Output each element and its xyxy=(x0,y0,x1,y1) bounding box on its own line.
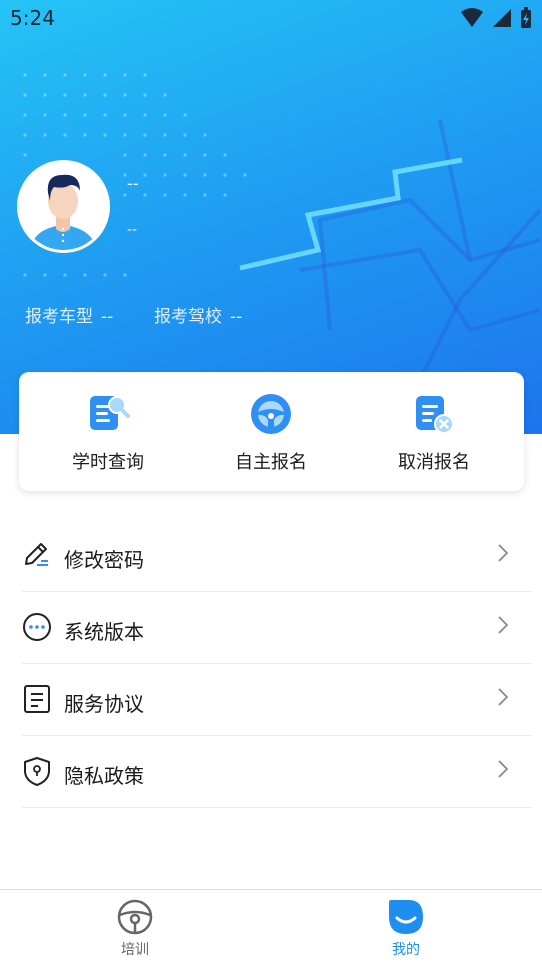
document-icon xyxy=(24,685,50,713)
status-bar: 5:24 xyxy=(0,0,542,36)
menu-item-system-version[interactable]: 系统版本 xyxy=(22,592,532,664)
tab-mine-label: 我的 xyxy=(392,942,420,958)
avatar[interactable] xyxy=(17,160,110,253)
shield-icon xyxy=(24,757,50,786)
user-subtitle: -- xyxy=(127,222,138,238)
more-dots-icon xyxy=(23,613,51,641)
wifi-icon xyxy=(461,8,483,27)
tab-mine[interactable]: 我的 xyxy=(346,898,466,959)
license-type-value: -- xyxy=(101,307,114,327)
study-hours-search-icon xyxy=(90,396,130,430)
signal-icon xyxy=(493,9,511,27)
privacy-policy-label: 隐私政策 xyxy=(64,764,144,788)
pencil-icon xyxy=(25,543,48,566)
menu-item-service-agreement[interactable]: 服务协议 xyxy=(22,664,532,736)
chevron-right-icon xyxy=(498,760,509,778)
license-type-label: 报考车型 xyxy=(25,307,93,327)
study-hours-query-label: 学时查询 xyxy=(72,452,144,473)
status-icons xyxy=(460,7,532,29)
tab-training-label: 培训 xyxy=(121,942,149,958)
system-version-label: 系统版本 xyxy=(64,620,144,644)
battery-icon xyxy=(521,7,531,28)
status-time: 5:24 xyxy=(10,6,55,30)
school-label: 报考驾校 xyxy=(154,307,222,327)
cancel-registration-icon xyxy=(416,396,454,434)
steering-wheel-icon xyxy=(117,899,153,935)
menu-item-privacy-policy[interactable]: 隐私政策 xyxy=(22,736,532,808)
user-name: -- xyxy=(127,174,139,193)
bottom-navigation: 培训 我的 xyxy=(0,889,542,965)
chevron-right-icon xyxy=(498,688,509,706)
user-avatar-icon xyxy=(20,163,107,250)
self-registration-label: 自主报名 xyxy=(235,452,307,473)
menu-item-change-password[interactable]: 修改密码 xyxy=(22,520,532,592)
chevron-right-icon xyxy=(498,544,509,562)
profile-face-icon xyxy=(389,900,423,934)
study-hours-query-button[interactable]: 学时查询 xyxy=(33,392,183,474)
school-value: -- xyxy=(230,307,243,327)
tab-training[interactable]: 培训 xyxy=(75,898,195,959)
service-agreement-label: 服务协议 xyxy=(64,692,144,716)
school-info: 报考驾校 -- xyxy=(154,302,242,327)
license-type-info: 报考车型 -- xyxy=(25,302,113,327)
quick-actions-card: 学时查询 自主报名 取消报名 xyxy=(19,372,524,491)
change-password-label: 修改密码 xyxy=(64,548,144,572)
cancel-registration-label: 取消报名 xyxy=(398,452,470,473)
self-registration-button[interactable]: 自主报名 xyxy=(196,392,346,474)
chevron-right-icon xyxy=(498,616,509,634)
steering-wheel-icon xyxy=(251,394,291,434)
cancel-registration-button[interactable]: 取消报名 xyxy=(359,392,509,474)
